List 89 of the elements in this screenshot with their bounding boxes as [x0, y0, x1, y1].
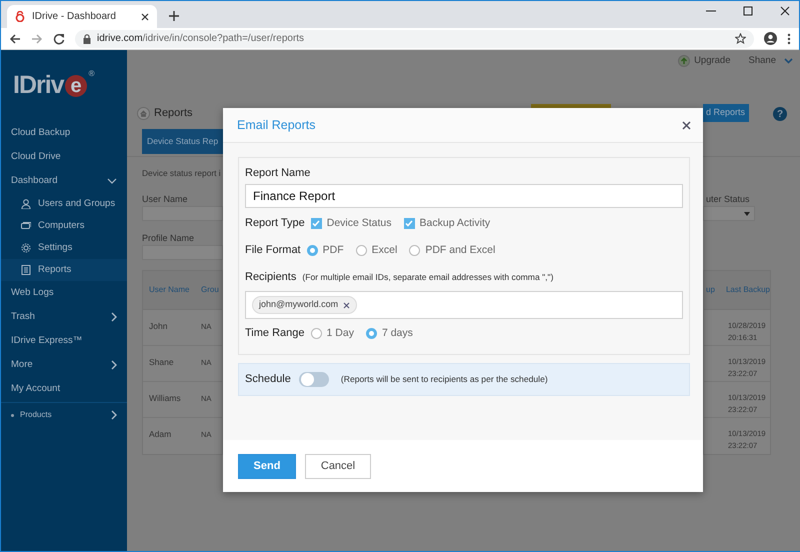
field-label: Report Name [245, 166, 310, 181]
more-icon[interactable] [787, 32, 791, 44]
input-field[interactable] [142, 245, 223, 260]
field-label: Profile Name [142, 232, 194, 244]
input-field[interactable]: Finance Report [245, 184, 683, 208]
select-field[interactable] [703, 206, 755, 221]
sidebar-item[interactable]: More [1, 353, 127, 377]
sidebar-item[interactable]: Dashboard [1, 169, 127, 193]
hint-text: (For multiple email IDs, separate email addresses with comma ",") [302, 271, 554, 284]
sidebar-item[interactable]: Cloud Drive [1, 145, 127, 169]
registered-mark: ® [88, 68, 94, 80]
logo-text: IDriv [13, 70, 64, 101]
sidebar-item[interactable]: IDrive Express™ [1, 329, 127, 353]
column-header: Last Backup [726, 284, 770, 296]
browser-tab[interactable]: IDrive - Dashboard [7, 5, 157, 28]
lock-icon [83, 34, 91, 44]
chevron-right-icon [111, 360, 117, 370]
radio-option[interactable]: 7 days [366, 326, 413, 342]
star-icon[interactable] [735, 33, 746, 44]
user-menu[interactable]: Shane [748, 54, 793, 68]
note-text: (Reports will be sent to recipients as per the schedule) [340, 373, 548, 386]
maximize-icon[interactable] [743, 6, 753, 16]
table-cell-text: Shane [148, 356, 175, 369]
description-text: Device status report i [142, 167, 221, 180]
checkbox-option[interactable]: Device Status [310, 216, 392, 232]
page-title: Reports [154, 106, 193, 121]
cancel-button[interactable]: Cancel [305, 454, 371, 478]
upgrade-link[interactable]: Upgrade [678, 54, 731, 68]
chevron-down-icon [107, 178, 117, 184]
new-tab-icon[interactable] [169, 11, 179, 21]
dialog-title: Email Reports [237, 116, 316, 134]
close-icon[interactable] [780, 6, 790, 16]
field-label: Schedule [245, 372, 291, 388]
close-icon[interactable] [141, 12, 149, 20]
sidebar-subitem[interactable]: Settings [1, 237, 127, 259]
field-label: File Format [245, 243, 301, 258]
input-field[interactable] [142, 206, 223, 221]
table-cell-text: John [148, 320, 168, 333]
send-button[interactable]: Send [238, 454, 296, 478]
sidebar-item[interactable]: My Account [1, 377, 127, 401]
chevron-right-icon [111, 312, 117, 322]
user-icon [21, 199, 31, 209]
caret-down-icon [744, 212, 750, 216]
radio-option[interactable]: PDF and Excel [409, 242, 496, 258]
chevron-right-icon [111, 410, 117, 420]
sidebar-item[interactable]: Trash [1, 305, 127, 329]
home-icon [137, 106, 150, 120]
account-icon[interactable] [764, 32, 777, 45]
bullet-icon [11, 414, 14, 416]
document-icon [21, 265, 31, 275]
checkbox-option[interactable]: Backup Activity [404, 216, 490, 232]
logo-accent: e [64, 74, 87, 96]
table-cell-text: Williams [148, 392, 182, 405]
email-chip[interactable]: john@myworld.com [252, 296, 358, 314]
field-label: uter Status [706, 192, 750, 206]
close-icon[interactable] [682, 120, 691, 130]
gear-icon [21, 243, 31, 253]
report-tab[interactable]: Device Status Rep [142, 129, 224, 154]
radio-option[interactable]: Excel [356, 242, 398, 258]
back-icon[interactable] [9, 32, 21, 44]
chevron-down-icon [784, 58, 793, 64]
address-bar[interactable]: idrive.com/idrive/in/console?path=/user/reports [75, 30, 754, 48]
field-label: Time Range [245, 326, 305, 342]
computer-icon [21, 221, 31, 231]
download-reports-button[interactable]: d Reports [703, 104, 750, 122]
arrow-up-icon [678, 55, 690, 68]
radio-option[interactable]: 1 Day [310, 326, 354, 342]
radio-option[interactable]: PDF [306, 242, 344, 258]
sidebar-subitem[interactable]: Reports [1, 259, 127, 281]
table-cell-text: Adam [148, 428, 172, 441]
field-label: User Name [142, 192, 188, 206]
remove-icon[interactable] [343, 302, 350, 308]
toggle-switch[interactable] [298, 372, 329, 387]
column-header: up [705, 284, 716, 296]
sidebar-subitem[interactable]: Computers [1, 215, 127, 237]
field-label: Report Type [245, 216, 305, 232]
check-icon [405, 220, 414, 227]
tab-title: IDrive - Dashboard [32, 10, 117, 24]
recipients-field[interactable]: john@myworld.com [245, 291, 683, 319]
check-icon [312, 220, 320, 227]
field-label: Recipients [245, 270, 296, 286]
help-button[interactable]: ? [773, 107, 788, 121]
column-header: User Name [148, 284, 190, 296]
sidebar-item[interactable]: Cloud Backup [1, 121, 127, 145]
url-text: idrive.com/idrive/in/console?path=/user/reports [97, 32, 306, 46]
column-header: Grou [201, 284, 219, 296]
reload-icon[interactable] [53, 32, 65, 44]
sidebar-subitem[interactable]: Users and Groups [1, 193, 127, 215]
sidebar-item[interactable]: Web Logs [1, 281, 127, 305]
